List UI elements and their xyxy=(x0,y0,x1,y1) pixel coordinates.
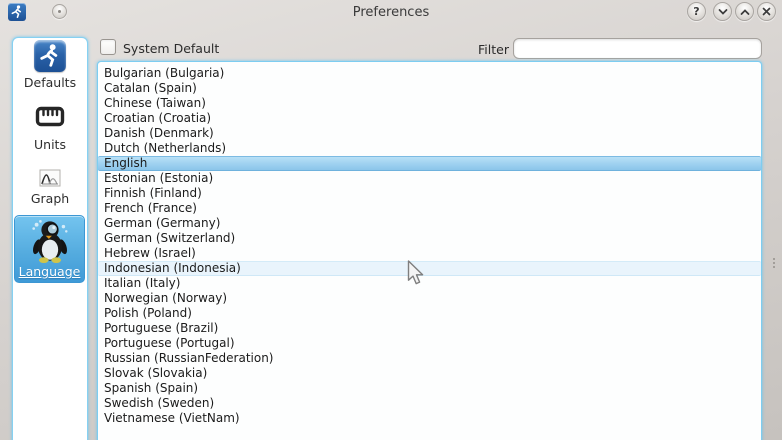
resize-grip[interactable] xyxy=(772,256,776,270)
list-item[interactable]: French (France) xyxy=(98,201,761,216)
list-item[interactable]: Indonesian (Indonesia) xyxy=(98,261,761,276)
window-title: Preferences xyxy=(0,5,782,20)
list-item[interactable]: Slovak (Slovakia) xyxy=(98,366,761,381)
list-item[interactable]: Russian (RussianFederation) xyxy=(98,351,761,366)
sidebar-label-graph: Graph xyxy=(13,191,87,206)
graph-icon xyxy=(39,169,61,187)
close-icon xyxy=(762,7,771,16)
preferences-window: Preferences ? Defaults xyxy=(0,0,782,440)
list-item[interactable]: Vietnamese (VietNam) xyxy=(98,411,761,426)
penguin-icon xyxy=(27,218,73,264)
list-item[interactable]: Norwegian (Norway) xyxy=(98,291,761,306)
question-mark-icon: ? xyxy=(693,5,699,18)
list-item[interactable]: Dutch (Netherlands) xyxy=(98,141,761,156)
system-default-checkbox[interactable] xyxy=(100,39,116,55)
list-item[interactable]: Danish (Denmark) xyxy=(98,126,761,141)
list-item[interactable]: Polish (Poland) xyxy=(98,306,761,321)
list-item[interactable]: Estonian (Estonia) xyxy=(98,171,761,186)
ruler-icon xyxy=(35,103,65,130)
list-item[interactable]: Hebrew (Israel) xyxy=(98,246,761,261)
maximize-button[interactable] xyxy=(735,2,754,21)
sidebar-item-language[interactable]: Language xyxy=(14,215,85,283)
list-item[interactable]: Spanish (Spain) xyxy=(98,381,761,396)
list-item[interactable]: Bulgarian (Bulgaria) xyxy=(98,66,761,81)
chevron-up-icon xyxy=(740,8,750,16)
list-item[interactable]: Chinese (Taiwan) xyxy=(98,96,761,111)
preferences-sidebar: Defaults Units Graph xyxy=(12,37,88,440)
titlebar[interactable]: Preferences ? xyxy=(0,0,782,25)
chevron-down-icon xyxy=(718,8,728,16)
list-item[interactable]: Swedish (Sweden) xyxy=(98,396,761,411)
filter-label: Filter xyxy=(478,42,509,57)
sidebar-label-defaults: Defaults xyxy=(13,75,87,90)
filter-input[interactable] xyxy=(513,38,762,59)
sidebar-label-language: Language xyxy=(15,264,84,279)
list-item[interactable]: English xyxy=(98,156,761,171)
system-default-label[interactable]: System Default xyxy=(123,41,219,56)
list-item[interactable]: Portuguese (Brazil) xyxy=(98,321,761,336)
list-item[interactable]: Italian (Italy) xyxy=(98,276,761,291)
sidebar-label-units: Units xyxy=(13,137,87,152)
list-item[interactable]: Finnish (Finland) xyxy=(98,186,761,201)
list-item[interactable]: German (Germany) xyxy=(98,216,761,231)
list-item[interactable]: German (Switzerland) xyxy=(98,231,761,246)
minimize-button[interactable] xyxy=(713,2,732,21)
list-item[interactable]: Portuguese (Portugal) xyxy=(98,336,761,351)
language-list: Bulgarian (Bulgaria)Catalan (Spain)Chine… xyxy=(97,61,762,440)
diver-icon xyxy=(34,40,66,72)
help-button[interactable]: ? xyxy=(687,2,706,21)
list-item[interactable]: Catalan (Spain) xyxy=(98,81,761,96)
list-item[interactable]: Croatian (Croatia) xyxy=(98,111,761,126)
close-button[interactable] xyxy=(757,2,776,21)
